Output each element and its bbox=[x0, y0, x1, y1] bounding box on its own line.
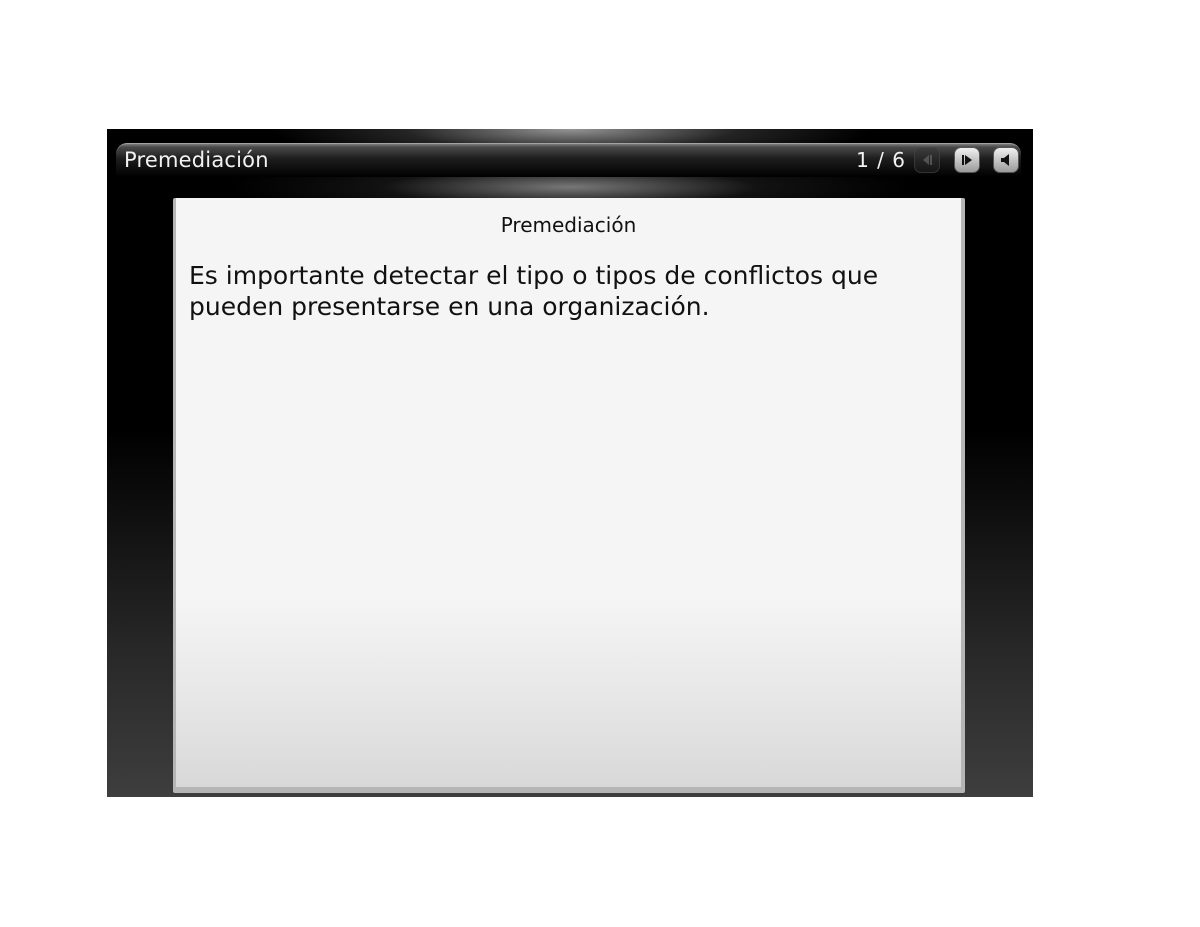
title-bar: Premediación 1 / 6 bbox=[116, 143, 1021, 177]
presentation-player: Premediación 1 / 6 Premediación Es impor… bbox=[107, 129, 1033, 797]
page-counter: 1 / 6 bbox=[856, 148, 906, 172]
prev-icon bbox=[923, 155, 932, 165]
speaker-icon bbox=[1001, 154, 1009, 166]
slide: Premediación Es importante detectar el t… bbox=[176, 198, 961, 787]
slide-body-text: Es importante detectar el tipo o tipos d… bbox=[189, 261, 879, 321]
sound-button[interactable] bbox=[993, 147, 1019, 173]
next-slide-button[interactable] bbox=[954, 147, 980, 173]
slide-title: Premediación bbox=[500, 213, 637, 237]
next-icon bbox=[962, 155, 972, 165]
slide-area: Premediación Es importante detectar el t… bbox=[173, 198, 965, 793]
window-title: Premediación bbox=[124, 148, 269, 172]
previous-slide-button[interactable] bbox=[914, 147, 940, 173]
